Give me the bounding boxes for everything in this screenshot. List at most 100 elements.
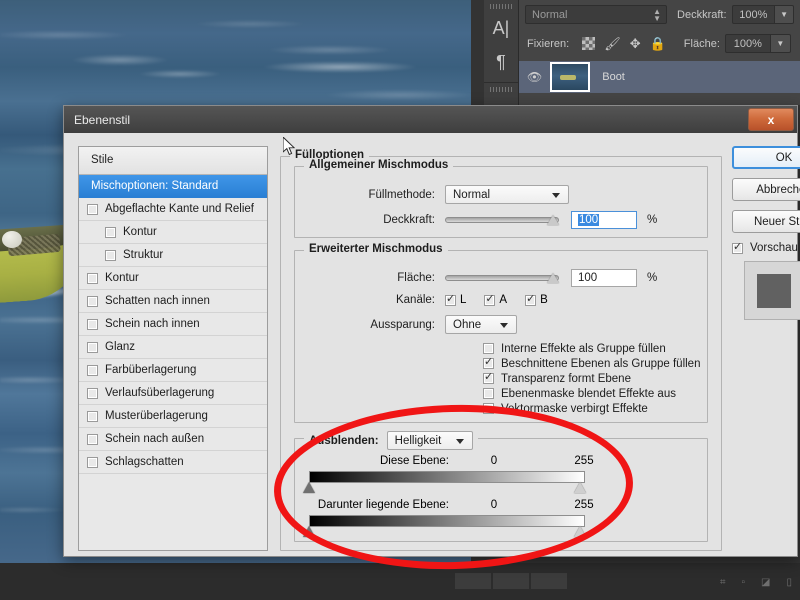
style-item-label: Kontur <box>123 226 157 238</box>
style-list-item[interactable]: Verlaufsüberlagerung <box>79 382 267 405</box>
underlying-layer-header: Darunter liegende Ebene: 0 255 <box>309 499 695 511</box>
style-list-item[interactable]: Mischoptionen: Standard <box>79 175 267 198</box>
advanced-option-row[interactable]: Transparenz formt Ebene <box>483 371 700 386</box>
style-list-item[interactable]: Schein nach außen <box>79 428 267 451</box>
advanced-option-row[interactable]: Vektormaske verbirgt Effekte <box>483 401 700 416</box>
grip-dots-icon-2[interactable] <box>490 87 512 92</box>
style-item-checkbox[interactable] <box>87 456 98 468</box>
fill-input[interactable]: 100 <box>571 269 637 287</box>
advanced-option-checkbox[interactable] <box>483 371 494 384</box>
ok-button[interactable]: OK <box>732 146 800 169</box>
layer-name: Boot <box>602 71 625 83</box>
style-list-item[interactable]: Schlagschatten <box>79 451 267 474</box>
advanced-option-row[interactable]: Interne Effekte als Gruppe füllen <box>483 341 700 356</box>
grip-dots-icon[interactable] <box>490 4 512 9</box>
style-item-label: Schein nach außen <box>105 433 205 445</box>
opacity-value[interactable]: 100% <box>731 5 776 24</box>
style-list-item[interactable]: Schein nach innen <box>79 313 267 336</box>
blend-if-channel-dropdown[interactable]: Helligkeit <box>386 431 473 450</box>
style-list-item[interactable]: Kontur <box>79 267 267 290</box>
chevron-down-icon <box>552 193 560 198</box>
advanced-option-checkbox[interactable] <box>483 356 494 369</box>
channels-row: Kanäle: L A B <box>295 293 695 307</box>
style-item-checkbox[interactable] <box>87 387 98 399</box>
style-item-checkbox[interactable] <box>87 203 98 215</box>
this-layer-white-thumb[interactable] <box>574 482 586 493</box>
knockout-dropdown[interactable]: Ohne <box>445 315 517 334</box>
advanced-option-row[interactable]: Ebenenmaske blendet Effekte aus <box>483 386 700 401</box>
channel-toggle[interactable]: A <box>484 293 507 306</box>
fill-dropdown-arrow-icon[interactable]: ▼ <box>770 34 791 53</box>
channel-checkbox[interactable] <box>525 293 537 306</box>
underlying-layer-slider[interactable] <box>303 515 586 537</box>
style-list-item[interactable]: Schatten nach innen <box>79 290 267 313</box>
channel-toggle[interactable]: L <box>445 293 466 306</box>
this-layer-black-thumb[interactable] <box>303 482 315 493</box>
style-item-label: Schein nach innen <box>105 318 200 330</box>
cancel-button[interactable]: Abbrechen <box>732 178 800 201</box>
style-list-item[interactable]: Farbüberlagerung <box>79 359 267 382</box>
brush-icon[interactable]: 🖌 <box>604 37 621 50</box>
style-item-checkbox[interactable] <box>105 249 116 261</box>
channel-checkbox[interactable] <box>445 293 456 306</box>
opacity-slider-track <box>445 217 559 223</box>
underlying-layer-black-thumb[interactable] <box>303 526 315 537</box>
eye-icon[interactable]: 👁 <box>527 70 542 84</box>
style-item-checkbox[interactable] <box>87 318 98 330</box>
style-list-item[interactable]: Glanz <box>79 336 267 359</box>
advanced-option-checkbox[interactable] <box>483 388 494 399</box>
style-item-checkbox[interactable] <box>87 272 98 284</box>
advanced-option-checkbox[interactable] <box>483 403 494 414</box>
opacity-dropdown-arrow-icon[interactable]: ▼ <box>775 5 794 24</box>
opacity-slider[interactable] <box>445 213 559 227</box>
opacity-label: Deckkraft: <box>383 214 435 226</box>
style-item-checkbox[interactable] <box>87 295 98 307</box>
opacity-input[interactable]: 100 <box>571 211 637 229</box>
fill-value[interactable]: 100% <box>724 34 771 53</box>
new-style-button[interactable]: Neuer Stil... <box>732 210 800 233</box>
dialog-titlebar[interactable]: Ebenenstil x <box>64 106 797 134</box>
layer-row-boot[interactable]: 👁 Boot <box>519 61 800 93</box>
advanced-option-row[interactable]: Beschnittene Ebenen als Gruppe füllen <box>483 356 700 371</box>
blend-mode-dropdown[interactable]: Normal <box>445 185 569 204</box>
underlying-layer-block: Darunter liegende Ebene: 0 255 <box>303 499 695 537</box>
fill-slider[interactable] <box>445 271 559 285</box>
style-list-item[interactable]: Struktur <box>79 244 267 267</box>
preview-toggle-row[interactable]: Vorschau <box>732 241 798 254</box>
style-list-item[interactable]: Musterüberlagerung <box>79 405 267 428</box>
square-icon: ▫ <box>741 577 746 588</box>
this-layer-gradient-bar <box>309 471 585 483</box>
text-tool-icon[interactable]: A| <box>484 11 518 45</box>
spinner-icon[interactable]: ▲ ▼ <box>653 8 661 23</box>
this-layer-slider[interactable] <box>303 471 586 493</box>
style-list-item[interactable]: Abgeflachte Kante und Relief <box>79 198 267 221</box>
channel-checkbox[interactable] <box>484 293 496 306</box>
advanced-option-label: Ebenenmaske blendet Effekte aus <box>501 387 676 400</box>
style-item-checkbox[interactable] <box>87 433 98 445</box>
underlying-layer-white-thumb[interactable] <box>574 526 586 537</box>
advanced-option-checkbox[interactable] <box>483 343 494 354</box>
bottom-tab-strip <box>455 573 567 589</box>
style-item-checkbox[interactable] <box>87 410 98 422</box>
layer-thumbnail[interactable] <box>550 62 591 92</box>
advanced-blend-group: Erweiterter Mischmodus Fläche: 100 % Kan… <box>294 243 708 423</box>
move-icon[interactable]: ✥ <box>630 37 641 50</box>
opacity-slider-thumb[interactable] <box>547 215 559 225</box>
underlying-layer-min: 0 <box>490 499 498 511</box>
style-item-checkbox[interactable] <box>105 226 116 238</box>
advanced-option-label: Beschnittene Ebenen als Gruppe füllen <box>501 357 701 370</box>
paragraph-tool-icon[interactable]: ¶ <box>484 45 518 79</box>
transparency-checker-icon[interactable] <box>582 37 596 50</box>
style-item-checkbox[interactable] <box>87 341 98 353</box>
underlying-layer-max: 255 <box>574 499 594 511</box>
style-list-item[interactable]: Kontur <box>79 221 267 244</box>
style-item-checkbox[interactable] <box>87 364 98 376</box>
channel-toggle[interactable]: B <box>525 293 548 306</box>
tool-strip: A| ¶ ⧉ <box>484 0 519 121</box>
dialog-button-column: OK Abbrechen Neuer Stil... Vorschau <box>732 146 800 320</box>
blend-mode-select[interactable]: Normal ▲ ▼ <box>525 5 668 24</box>
preview-checkbox[interactable] <box>732 241 743 254</box>
lock-icon[interactable]: 🔒 <box>650 37 666 50</box>
fill-slider-thumb[interactable] <box>547 273 559 283</box>
close-icon[interactable]: x <box>748 108 794 131</box>
